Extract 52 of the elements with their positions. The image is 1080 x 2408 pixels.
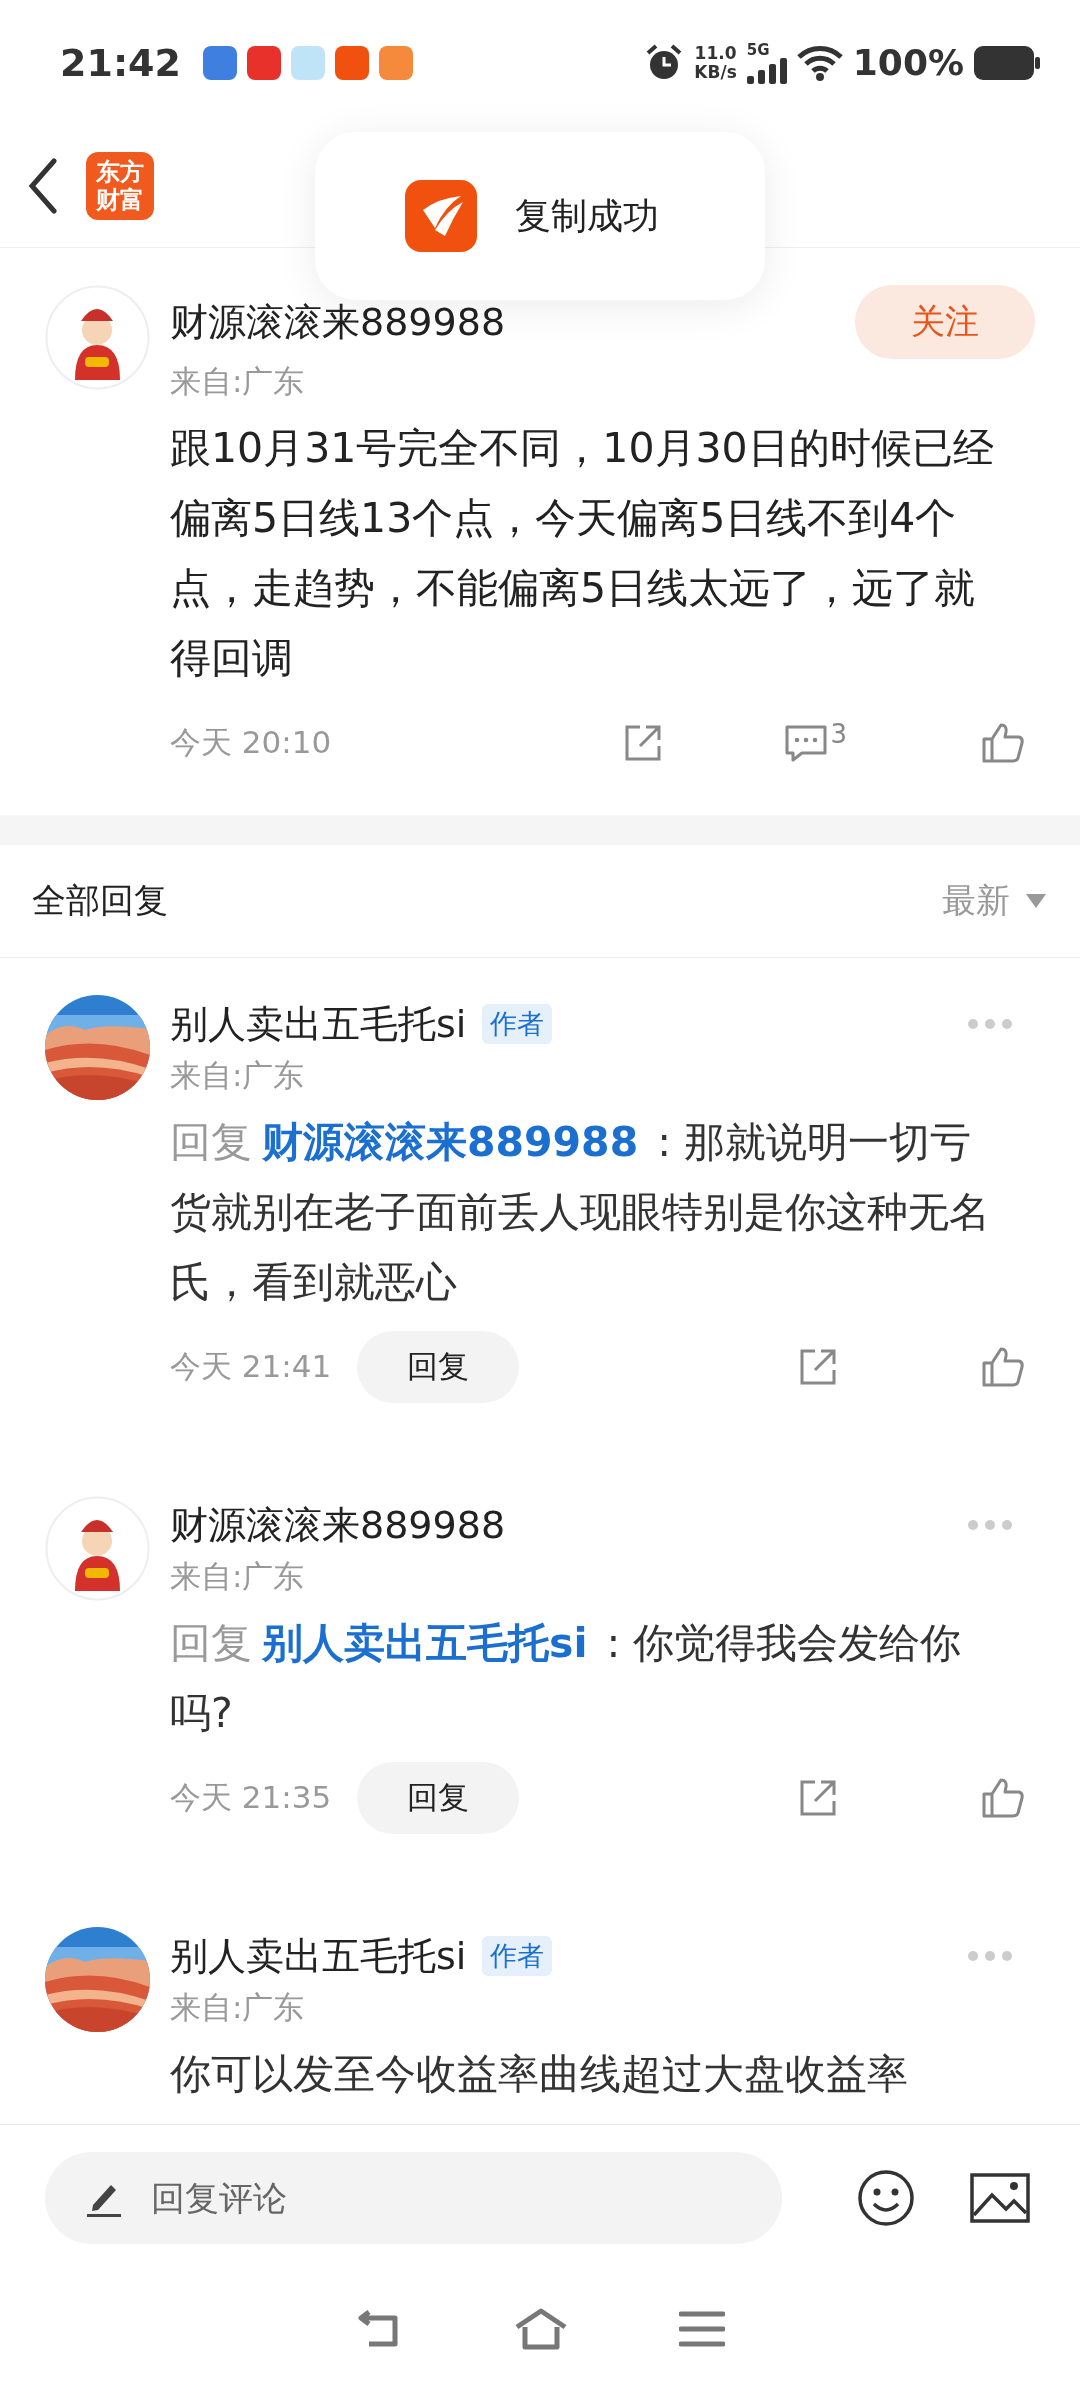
comment-count: 3 bbox=[830, 723, 847, 745]
reply-time: 今天 21:41 bbox=[170, 1347, 332, 1386]
comment-icon[interactable] bbox=[784, 723, 829, 763]
home-icon[interactable] bbox=[513, 2307, 569, 2351]
reply-time: 今天 21:35 bbox=[170, 1778, 332, 1817]
app-icon bbox=[378, 45, 413, 80]
user-link[interactable]: 别人卖出五毛托si bbox=[262, 1619, 588, 1667]
location-text: 来自:广东 bbox=[170, 1056, 306, 1095]
app-logo: 东方 财富 bbox=[86, 152, 154, 220]
location-text: 来自:广东 bbox=[170, 1557, 306, 1596]
battery-icon bbox=[974, 45, 1040, 80]
status-time: 21:42 bbox=[60, 40, 181, 85]
user-link[interactable]: 财源滚滚来889988 bbox=[262, 1118, 639, 1166]
author-name[interactable]: 财源滚滚来889988 bbox=[170, 1499, 506, 1551]
network-type: 5G bbox=[746, 41, 770, 58]
back-icon[interactable] bbox=[28, 158, 58, 214]
like-icon[interactable] bbox=[981, 722, 1025, 764]
like-icon[interactable] bbox=[981, 1777, 1025, 1819]
emoji-icon[interactable] bbox=[857, 2168, 915, 2227]
app-logo-icon bbox=[405, 180, 477, 252]
author-name[interactable]: 别人卖出五毛托si bbox=[170, 1930, 467, 1982]
author-tag: 作者 bbox=[482, 1936, 553, 1976]
like-icon[interactable] bbox=[981, 1346, 1025, 1388]
section-title: 全部回复 bbox=[32, 879, 168, 922]
menu-icon[interactable] bbox=[679, 2310, 725, 2348]
author-tag: 作者 bbox=[482, 1004, 553, 1044]
author-name[interactable]: 财源滚滚来889988 bbox=[170, 296, 506, 348]
app-icon bbox=[290, 45, 325, 80]
post-time: 今天 20:10 bbox=[170, 723, 332, 762]
dropdown-icon bbox=[1026, 894, 1046, 908]
signal-icon bbox=[746, 57, 787, 84]
image-icon[interactable] bbox=[970, 2172, 1030, 2223]
wifi-icon bbox=[796, 44, 843, 81]
reply-text: 你可以发至今收益率曲线超过大盘收益率 bbox=[170, 2049, 909, 2100]
speed-value: 11.0 bbox=[694, 43, 737, 63]
app-icon bbox=[246, 45, 281, 80]
reply-input-field[interactable]: 回复评论 bbox=[45, 2151, 782, 2244]
app-icon bbox=[334, 45, 369, 80]
reply-button[interactable]: 回复 bbox=[357, 1331, 520, 1403]
speed-unit: KB/s bbox=[694, 62, 737, 82]
post-text: 跟10月31号完全不同，10月30日的时候已经偏离5日线13个点，今天偏离5日线不到4个点，走趋势，不能偏离5日线太远了，远了就得回调 bbox=[170, 423, 995, 684]
battery-percent: 100% bbox=[852, 42, 964, 83]
reply-button[interactable]: 回复 bbox=[357, 1762, 520, 1834]
author-name[interactable]: 别人卖出五毛托si bbox=[170, 998, 467, 1050]
app-icon bbox=[202, 45, 237, 80]
user-avatar[interactable] bbox=[45, 285, 150, 390]
location-text: 来自:广东 bbox=[170, 1988, 306, 2027]
reply-text: 回复 别人卖出五毛托si : 你觉得我会发给你吗? bbox=[170, 1618, 963, 1739]
location-text: 来自:广东 bbox=[170, 362, 306, 401]
reply-text: 回复 财源滚滚来889988 : 那就说明一切亏货就别在老子面前丢人现眼特别是你这种无名氏，看到就恶心 bbox=[170, 1117, 991, 1308]
user-avatar[interactable] bbox=[45, 1496, 150, 1601]
toast-text: 复制成功 bbox=[515, 193, 659, 238]
